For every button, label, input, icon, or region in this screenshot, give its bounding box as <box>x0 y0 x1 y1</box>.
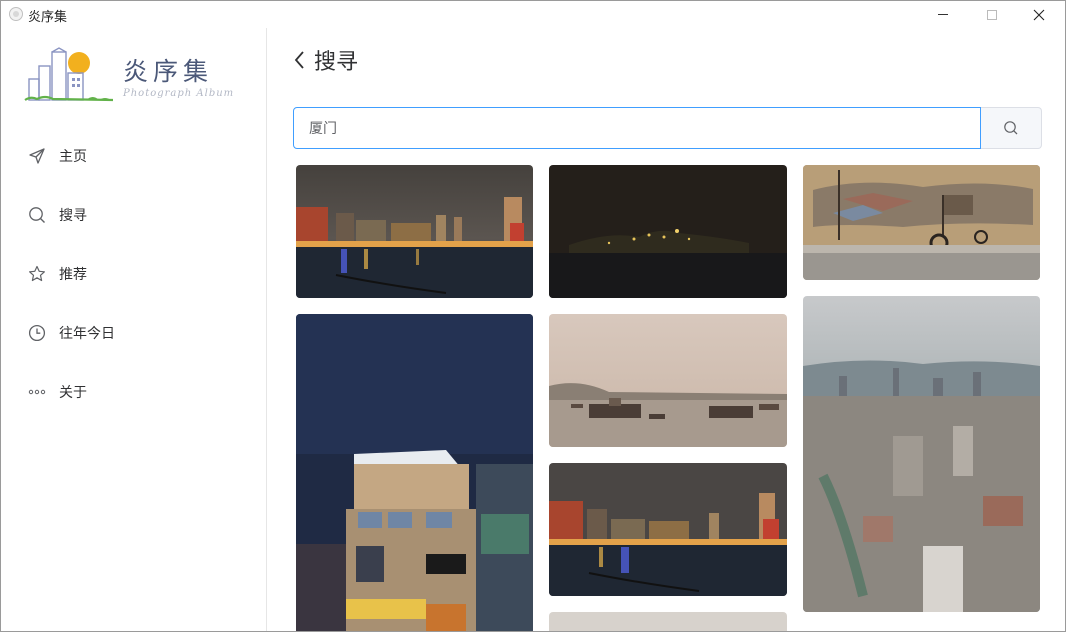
more-dots-icon <box>27 382 47 402</box>
app-logo: 炎序集 Photograph Album <box>23 46 248 110</box>
sidebar-item-label: 主页 <box>59 148 87 165</box>
sidebar-item-label: 关于 <box>59 384 87 401</box>
logo-graphic <box>24 47 114 102</box>
maximize-icon <box>987 9 997 20</box>
search-button[interactable] <box>981 107 1042 149</box>
photo-image <box>296 165 533 298</box>
back-button[interactable]: 搜寻 <box>292 44 358 76</box>
minimize-button[interactable] <box>920 1 966 28</box>
search-icon <box>27 205 47 225</box>
sidebar-item-about[interactable]: 关于 <box>1 362 266 421</box>
photo-card[interactable] <box>296 165 533 298</box>
logo-subtitle: Photograph Album <box>123 88 235 99</box>
photo-card[interactable] <box>549 165 787 298</box>
photo-image <box>549 165 787 298</box>
photo-card[interactable] <box>803 165 1040 280</box>
photo-card[interactable] <box>296 314 533 631</box>
maximize-button[interactable] <box>969 1 1015 28</box>
star-icon <box>27 264 47 284</box>
search-bar <box>293 107 1042 149</box>
sidebar-item-on-this-day[interactable]: 往年今日 <box>1 303 266 362</box>
photo-image <box>549 612 787 631</box>
photo-card[interactable] <box>549 463 787 596</box>
app-window: 炎序集 炎序集 Photograph Album 主页 搜寻 推荐 往年今日 关… <box>0 0 1066 632</box>
sidebar-item-home[interactable]: 主页 <box>1 126 266 185</box>
page-title: 搜寻 <box>314 50 359 75</box>
photo-card[interactable] <box>549 314 787 447</box>
photo-image <box>549 463 787 596</box>
window-title: 炎序集 <box>28 10 68 25</box>
title-bar: 炎序集 <box>1 1 1065 28</box>
search-icon <box>1004 121 1018 135</box>
sidebar: 炎序集 Photograph Album 主页 搜寻 推荐 往年今日 关于 <box>1 28 267 631</box>
sidebar-item-search[interactable]: 搜寻 <box>1 185 266 244</box>
chevron-left-icon <box>294 51 304 69</box>
clock-icon <box>27 323 47 343</box>
app-icon <box>9 7 23 21</box>
sidebar-item-label: 往年今日 <box>59 325 115 342</box>
photo-image <box>803 165 1040 280</box>
sidebar-menu: 主页 搜寻 推荐 往年今日 关于 <box>1 126 266 421</box>
photo-card[interactable] <box>549 612 787 631</box>
sidebar-item-label: 推荐 <box>59 266 87 283</box>
logo-title: 炎序集 <box>123 57 214 86</box>
photo-image <box>803 296 1040 612</box>
photo-image <box>296 314 533 631</box>
main-content: 搜寻 <box>268 28 1065 631</box>
minimize-icon <box>938 14 948 15</box>
sidebar-item-recommend[interactable]: 推荐 <box>1 244 266 303</box>
search-input[interactable] <box>293 107 981 149</box>
sidebar-item-label: 搜寻 <box>59 207 87 224</box>
close-icon <box>1033 9 1045 20</box>
photo-image <box>549 314 787 447</box>
close-button[interactable] <box>1016 1 1062 28</box>
send-icon <box>27 146 47 166</box>
photo-card[interactable] <box>803 296 1040 612</box>
